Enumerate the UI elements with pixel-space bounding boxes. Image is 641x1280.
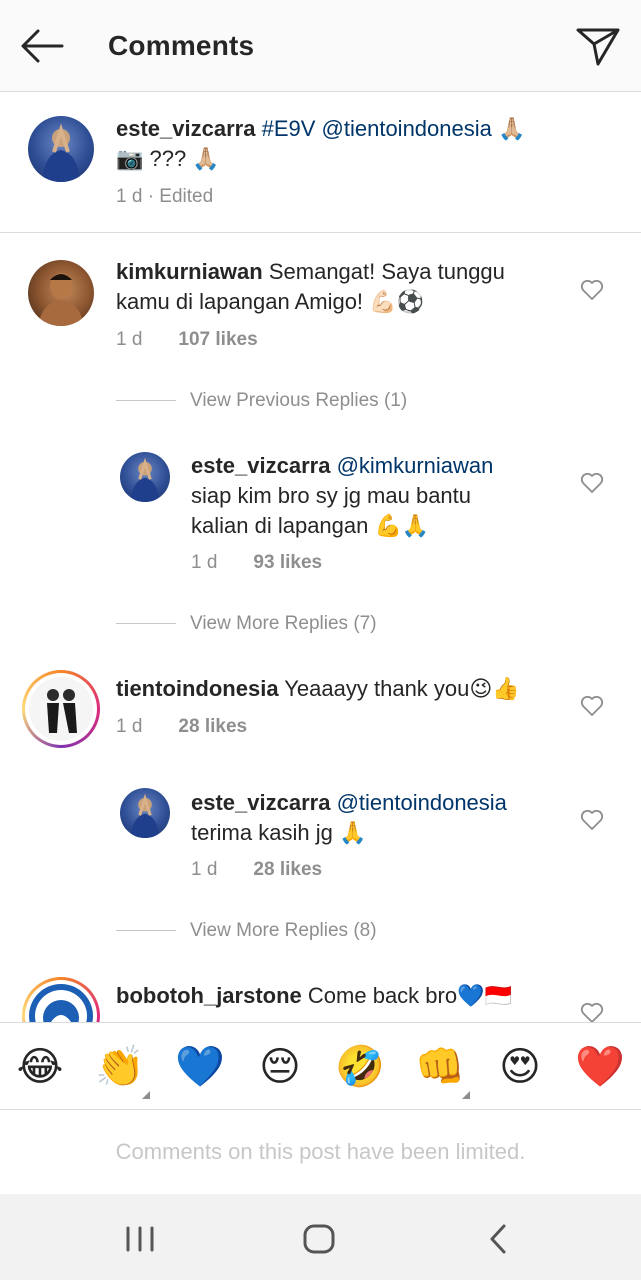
top-app-bar: Comments: [0, 0, 641, 92]
send-icon[interactable]: [574, 24, 622, 68]
reply-body: terima kasih jg 🙏: [191, 820, 367, 845]
comment-username[interactable]: bobotoh_jarstone: [116, 983, 302, 1008]
avatar[interactable]: [28, 116, 94, 182]
reply-time: 1 d: [191, 859, 218, 880]
heart-icon[interactable]: [580, 1002, 604, 1024]
emoji-quick-bar: 😂 👏 💙 😔 🤣 👊 😍 ❤️: [0, 1022, 641, 1110]
heart-icon[interactable]: [580, 695, 604, 717]
avatar-figure-icon: [42, 123, 80, 182]
avatar[interactable]: [29, 677, 93, 741]
skin-tone-indicator-icon: [142, 1091, 150, 1099]
comment-meta: 1 d 107 likes: [116, 329, 258, 351]
reply-body-line2: kalian di lapangan 💪🙏: [191, 513, 430, 538]
comment-text: tientoindonesia Yeaaayy thank you😉👍: [116, 674, 520, 704]
emoji-clap-button[interactable]: 👏: [92, 1043, 148, 1091]
reply-mention[interactable]: @kimkurniawan: [337, 453, 494, 478]
emoji-red-heart-button[interactable]: ❤️: [572, 1043, 628, 1091]
comment-username[interactable]: kimkurniawan: [116, 259, 263, 284]
avatar[interactable]: [28, 260, 94, 326]
emoji-joy-button[interactable]: 😂: [12, 1043, 68, 1091]
comment-time: 1 d: [116, 716, 143, 737]
page-title: Comments: [108, 30, 255, 61]
reply-likes[interactable]: 28 likes: [253, 859, 322, 880]
reply-time: 1 d: [191, 552, 218, 573]
emoji-blue-heart-button[interactable]: 💙: [172, 1043, 228, 1091]
caption-text: este_vizcarra #E9V @tientoindonesia 🙏🏼 📷…: [116, 114, 525, 174]
heart-icon[interactable]: [580, 472, 604, 494]
reply-username[interactable]: este_vizcarra: [191, 790, 330, 815]
replies-divider: [116, 930, 176, 931]
reply-meta: 1 d 28 likes: [191, 859, 322, 881]
reply-mention[interactable]: @tientoindonesia: [337, 790, 507, 815]
avatar[interactable]: [120, 452, 170, 502]
heart-icon[interactable]: [580, 809, 604, 831]
caption-mention[interactable]: @tientoindonesia: [322, 116, 492, 141]
comment-text: kimkurniawan Semangat! Saya tunggu kamu …: [116, 257, 505, 317]
emoji-rofl-button[interactable]: 🤣: [332, 1043, 388, 1091]
emoji-heart-eyes-button[interactable]: 😍: [492, 1043, 548, 1091]
caption-line2: 📷 ??? 🙏🏼: [116, 146, 220, 171]
emoji-fist-button[interactable]: 👊: [412, 1043, 468, 1091]
comment-body: Come back bro💙🇮🇩: [307, 983, 512, 1008]
avatar-figure-icon: [130, 457, 160, 502]
back-arrow-icon[interactable]: [18, 26, 66, 66]
reply-username[interactable]: este_vizcarra: [191, 453, 330, 478]
comments-limited-notice: Comments on this post have been limited.: [0, 1110, 641, 1194]
back-nav-icon[interactable]: [476, 1216, 520, 1260]
comment-time: 1 d: [116, 329, 143, 350]
post-caption: este_vizcarra #E9V @tientoindonesia 🙏🏼 📷…: [0, 92, 641, 233]
comment-likes[interactable]: 28 likes: [178, 716, 247, 737]
comment-meta: 1 d 28 likes: [116, 716, 247, 738]
view-previous-replies-button[interactable]: View Previous Replies (1): [190, 390, 407, 412]
system-navigation-bar: [0, 1194, 641, 1280]
view-more-replies-button[interactable]: View More Replies (7): [190, 613, 377, 635]
reply-text: este_vizcarra @tientoindonesia terima ka…: [191, 788, 507, 848]
avatar-figure-icon: [38, 273, 84, 326]
comment-body-line2: kamu di lapangan Amigo! 💪🏻⚽: [116, 289, 424, 314]
comment-body-line1: Semangat! Saya tunggu: [268, 259, 505, 284]
comment-username[interactable]: tientoindonesia: [116, 676, 279, 701]
recent-apps-icon[interactable]: [118, 1216, 162, 1260]
reply-meta: 1 d 93 likes: [191, 552, 322, 574]
replies-divider: [116, 623, 176, 624]
avatar-figure-icon: [130, 793, 160, 838]
comment-body: Yeaaayy thank you😉👍: [284, 676, 520, 701]
skin-tone-indicator-icon: [462, 1091, 470, 1099]
emoji-pensive-button[interactable]: 😔: [252, 1043, 308, 1091]
view-more-replies-button[interactable]: View More Replies (8): [190, 920, 377, 942]
avatar-figure-icon: [47, 689, 77, 733]
avatar[interactable]: [120, 788, 170, 838]
replies-divider: [116, 400, 176, 401]
home-icon[interactable]: [297, 1216, 341, 1260]
comment-likes[interactable]: 107 likes: [178, 329, 257, 350]
caption-meta: 1 d · Edited: [116, 186, 214, 207]
heart-icon[interactable]: [580, 279, 604, 301]
caption-emoji: 🙏🏼: [498, 116, 526, 141]
reply-text: este_vizcarra @kimkurniawan siap kim bro…: [191, 451, 493, 541]
reply-likes[interactable]: 93 likes: [253, 552, 322, 573]
caption-hashtag[interactable]: #E9V: [262, 116, 316, 141]
reply-body-line1: siap kim bro sy jg mau bantu: [191, 483, 472, 508]
caption-username[interactable]: este_vizcarra: [116, 116, 255, 141]
comment-text: bobotoh_jarstone Come back bro💙🇮🇩: [116, 981, 512, 1011]
